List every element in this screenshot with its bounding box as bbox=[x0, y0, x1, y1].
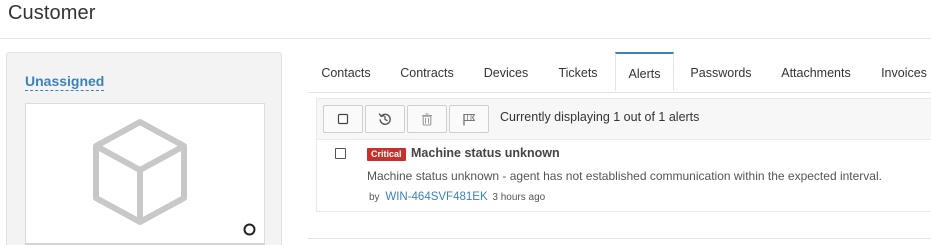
assigned-link[interactable]: Unassigned bbox=[25, 73, 105, 91]
alert-meta: by WIN-464SVF481EK 3 hours ago bbox=[369, 191, 545, 203]
select-all-button[interactable] bbox=[323, 105, 363, 133]
alerts-toolbar: Currently displaying 1 out of 1 alerts bbox=[317, 99, 931, 140]
trash-icon bbox=[422, 112, 432, 126]
history-icon bbox=[378, 113, 391, 125]
alert-by-label: by bbox=[369, 192, 380, 203]
flag-icon bbox=[463, 113, 476, 125]
checkbox-icon bbox=[337, 113, 349, 125]
alert-description: Machine status unknown - agent has not e… bbox=[367, 169, 882, 183]
tab-contracts[interactable]: Contracts bbox=[386, 52, 468, 92]
tab-attachments[interactable]: Attachments bbox=[768, 52, 864, 92]
history-button[interactable] bbox=[365, 105, 405, 133]
alerts-panel: Currently displaying 1 out of 1 alerts C… bbox=[316, 98, 931, 212]
tab-alerts[interactable]: Alerts bbox=[615, 52, 674, 91]
title-divider bbox=[0, 38, 931, 39]
circle-outline-icon bbox=[243, 223, 256, 236]
severity-badge: Critical bbox=[367, 148, 406, 161]
panel-bottom-divider bbox=[308, 238, 931, 239]
customer-page: Customer Unassigned Contacts Contracts D… bbox=[0, 0, 931, 245]
flag-button[interactable] bbox=[449, 105, 489, 133]
delete-button[interactable] bbox=[407, 105, 447, 133]
alert-device-link[interactable]: WIN-464SVF481EK bbox=[385, 191, 487, 203]
tab-contacts[interactable]: Contacts bbox=[308, 52, 384, 92]
customer-summary-panel: Unassigned bbox=[6, 52, 282, 245]
page-title: Customer bbox=[8, 2, 96, 24]
alert-timestamp: 3 hours ago bbox=[492, 192, 546, 203]
alert-checkbox[interactable] bbox=[335, 148, 346, 159]
tab-passwords[interactable]: Passwords bbox=[678, 52, 764, 92]
cube-icon bbox=[93, 119, 187, 225]
alert-title: Machine status unknown bbox=[411, 146, 560, 160]
tab-invoices[interactable]: Invoices bbox=[868, 52, 931, 92]
tab-devices[interactable]: Devices bbox=[472, 52, 540, 92]
alert-item: Critical Machine status unknown Machine … bbox=[317, 140, 931, 210]
alerts-count-status: Currently displaying 1 out of 1 alerts bbox=[500, 110, 700, 124]
tab-bar: Contacts Contracts Devices Tickets Alert… bbox=[308, 52, 931, 93]
tab-tickets[interactable]: Tickets bbox=[544, 52, 612, 92]
customer-image bbox=[25, 103, 265, 244]
